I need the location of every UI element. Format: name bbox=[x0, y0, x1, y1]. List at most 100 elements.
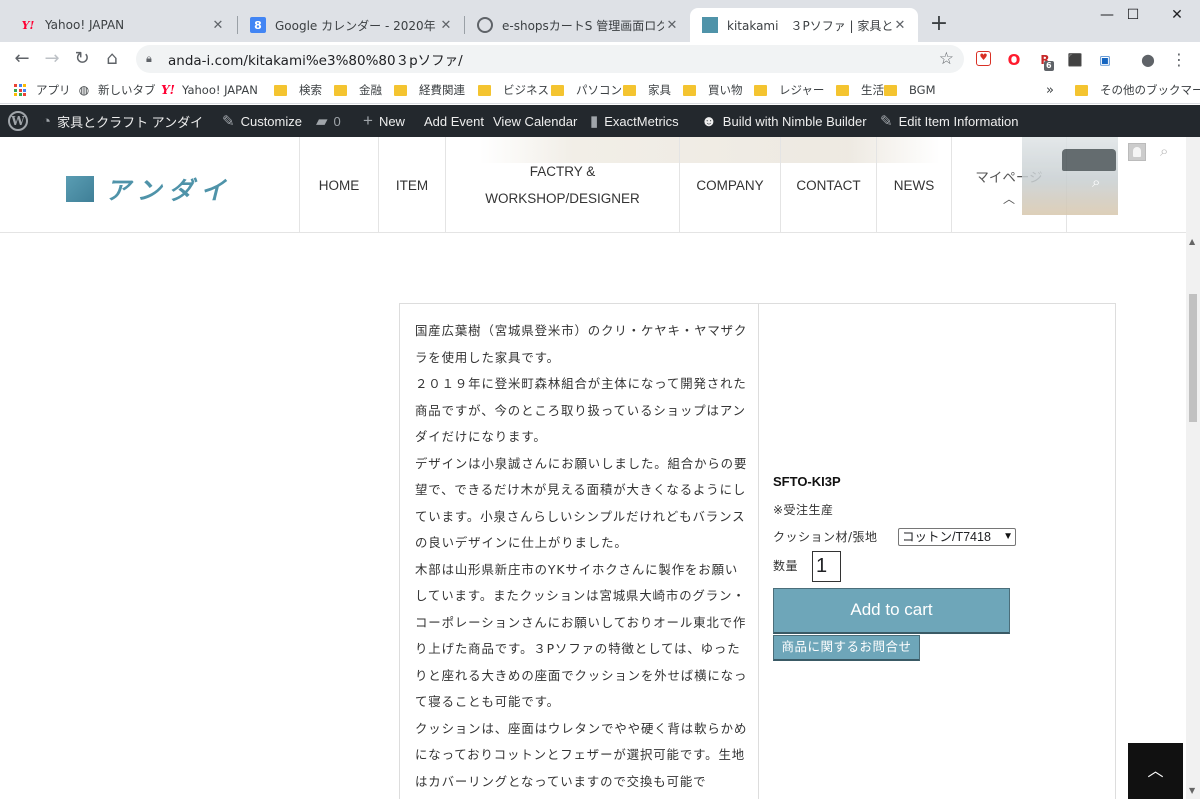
bookmark-label: ビジネス bbox=[503, 83, 549, 97]
bookmark-star-icon[interactable]: ☆ bbox=[939, 49, 954, 69]
bookmark-label: 検索 bbox=[299, 83, 322, 97]
add-to-cart-button[interactable]: Add to cart bbox=[773, 588, 1010, 634]
url-text[interactable]: anda-i.com/kitakami%e3%80%80３pソファ/ bbox=[168, 49, 463, 69]
adminbar-customize[interactable]: ✎ Customize bbox=[222, 105, 302, 137]
nav-factory-workshop-designer[interactable]: FACTRY & WORKSHOP/DESIGNER bbox=[445, 137, 679, 233]
bookmark-folder[interactable]: 経費関連 bbox=[394, 81, 465, 99]
bookmark-yahoo[interactable]: Y! Yahoo! JAPAN bbox=[160, 81, 258, 99]
opera-extension-icon[interactable]: O bbox=[1005, 51, 1023, 69]
quantity-input[interactable]: 1 bbox=[812, 551, 841, 582]
bookmark-label: アプリ bbox=[36, 83, 71, 97]
nav-contact[interactable]: CONTACT bbox=[780, 137, 876, 233]
address-bar[interactable]: 🔒︎ anda-i.com/kitakami%e3%80%80３pソファ/ ☆ bbox=[136, 45, 964, 73]
search-icon[interactable]: ⌕ bbox=[1092, 173, 1100, 191]
description-paragraph: ２０１９年に登米町森林組合が主体になって開発された商品ですが、今のところ取り扱っ… bbox=[415, 376, 747, 444]
adminbar-add-event[interactable]: Add Event bbox=[424, 105, 484, 137]
product-inquiry-button[interactable]: 商品に関するお問合せ bbox=[773, 635, 920, 661]
folder-icon bbox=[274, 84, 287, 96]
bookmark-apps[interactable]: アプリ bbox=[14, 81, 71, 99]
adminbar-exactmetrics[interactable]: ▮ ExactMetrics bbox=[590, 105, 679, 137]
new-tab-button[interactable]: + bbox=[927, 12, 951, 36]
select-value: コットン/T7418 bbox=[902, 530, 991, 544]
bookmark-label: BGM bbox=[909, 83, 936, 97]
extension-icon[interactable]: ▣ bbox=[1096, 51, 1114, 69]
nav-home[interactable]: HOME bbox=[299, 137, 378, 233]
nav-company[interactable]: COMPANY bbox=[679, 137, 780, 233]
page-scrollbar[interactable]: ▲ ▼ bbox=[1186, 137, 1200, 799]
scroll-up-arrow-icon[interactable]: ▲ bbox=[1189, 237, 1195, 246]
tab-yahoo[interactable]: Y! Yahoo! JAPAN ✕ bbox=[8, 8, 236, 42]
bookmarks-overflow-button[interactable]: » bbox=[1046, 81, 1054, 99]
bookmark-folder[interactable]: 買い物 bbox=[683, 81, 743, 99]
back-icon[interactable]: ← bbox=[8, 45, 36, 73]
adminbar-edit-item[interactable]: ✎ Edit Item Information bbox=[880, 105, 1019, 137]
wordpress-logo-button[interactable]: W bbox=[8, 105, 28, 137]
reload-icon[interactable]: ↻ bbox=[68, 45, 96, 73]
bookmark-folder[interactable]: 金融 bbox=[334, 81, 382, 99]
folder-icon bbox=[836, 84, 849, 96]
description-paragraph: 国産広葉樹（宮城県登米市）のクリ・ケヤキ・ヤマザクラを使用した家具です。 bbox=[415, 323, 748, 365]
bookmark-label: 金融 bbox=[359, 83, 382, 97]
close-window-button[interactable]: ✕ bbox=[1154, 0, 1200, 30]
scroll-down-arrow-icon[interactable]: ▼ bbox=[1189, 786, 1195, 795]
close-icon[interactable]: ✕ bbox=[664, 18, 680, 33]
bookmark-folder[interactable]: パソコン bbox=[551, 81, 622, 99]
nav-item[interactable]: ITEM bbox=[378, 137, 445, 233]
bookmark-new-tab[interactable]: ◍ 新しいタブ bbox=[76, 81, 156, 99]
scrollbar-thumb[interactable] bbox=[1189, 294, 1197, 422]
tab-title: Yahoo! JAPAN bbox=[45, 18, 125, 32]
new-label: New bbox=[378, 113, 405, 129]
tab-google-calendar[interactable]: 8 Google カレンダー - 2020年 7月 6日 ✕ bbox=[238, 8, 464, 42]
close-icon[interactable]: ✕ bbox=[210, 18, 226, 33]
close-icon[interactable]: ✕ bbox=[438, 18, 454, 33]
tab-eshops[interactable]: e-shopsカートS 管理画面ログイン ✕ bbox=[465, 8, 690, 42]
bookmark-folder[interactable]: 検索 bbox=[274, 81, 322, 99]
wordpress-icon: W bbox=[8, 111, 28, 131]
bookmark-folder[interactable]: ビジネス bbox=[478, 81, 549, 99]
adminbar-new[interactable]: + New bbox=[363, 105, 405, 137]
plus-icon: + bbox=[363, 111, 373, 130]
extension-badge: 6 bbox=[1044, 61, 1054, 71]
site-name-label: 家具とクラフト アンダイ bbox=[57, 114, 204, 130]
cart-panel: SFTO-KI3P ※受注生産 クッション材/張地 コットン/T7418 ▼ 数… bbox=[759, 304, 1116, 799]
yahoo-icon: Y! bbox=[21, 18, 35, 32]
extension-icon[interactable]: R6 bbox=[1036, 51, 1054, 71]
close-icon[interactable]: ✕ bbox=[892, 18, 908, 33]
tab-kitakami-active[interactable]: kitakami ３Pソファ | 家具とクラフト ✕ bbox=[690, 8, 918, 42]
adminbar-view-calendar[interactable]: View Calendar bbox=[493, 105, 577, 137]
search-icon[interactable]: ⌕ bbox=[1160, 142, 1168, 160]
home-icon[interactable]: ⌂ bbox=[98, 45, 126, 73]
user-avatar-icon[interactable] bbox=[1128, 143, 1146, 161]
other-bookmarks-folder[interactable]: その他のブックマーク bbox=[1075, 81, 1200, 99]
apps-grid-icon bbox=[14, 84, 26, 96]
adminbar-comments[interactable]: ▰ 0 bbox=[316, 105, 341, 137]
bookmark-folder[interactable]: 家具 bbox=[623, 81, 671, 99]
product-sku: SFTO-KI3P bbox=[773, 474, 841, 489]
nimble-icon: ☻ bbox=[701, 112, 717, 130]
pencil-icon: ✎ bbox=[880, 113, 893, 130]
adminbar-nimble-builder[interactable]: ☻ Build with Nimble Builder bbox=[701, 105, 867, 137]
pocket-extension-icon[interactable]: ♥ bbox=[976, 51, 991, 66]
folder-icon bbox=[394, 84, 407, 96]
maximize-button[interactable]: ☐ bbox=[1110, 0, 1156, 30]
option-label: クッション材/張地 bbox=[773, 530, 878, 544]
nav-news[interactable]: NEWS bbox=[876, 137, 951, 233]
cushion-fabric-select[interactable]: コットン/T7418 ▼ bbox=[898, 528, 1016, 546]
site-header: アンダイ HOME ITEM FACTRY & WORKSHOP/DESIGNE… bbox=[0, 137, 1186, 233]
bookmark-label: 経費関連 bbox=[419, 83, 465, 97]
bookmark-label: Yahoo! JAPAN bbox=[182, 83, 258, 97]
profile-avatar-icon[interactable]: ● bbox=[1139, 51, 1157, 69]
bookmark-label: 生活 bbox=[861, 83, 884, 97]
forward-icon[interactable]: → bbox=[38, 45, 66, 73]
menu-kebab-icon[interactable]: ⋮ bbox=[1170, 51, 1188, 69]
description-paragraph: クッションは、座面はウレタンでやや硬く背は軟らかめになっておりコットンとフェザー… bbox=[415, 720, 748, 789]
back-to-top-button[interactable]: ︿ bbox=[1128, 743, 1183, 799]
bookmark-folder[interactable]: BGM bbox=[884, 81, 936, 99]
bookmark-folder[interactable]: レジャー bbox=[754, 81, 824, 99]
pdf-extension-icon[interactable]: ⬛ bbox=[1066, 51, 1084, 69]
adminbar-site-name[interactable]: ◔ 家具とクラフト アンダイ bbox=[42, 105, 203, 137]
bookmark-label: その他のブックマーク bbox=[1100, 83, 1200, 97]
site-logo[interactable]: アンダイ bbox=[66, 171, 238, 207]
edit-item-label: Edit Item Information bbox=[898, 113, 1019, 129]
bookmark-folder[interactable]: 生活 bbox=[836, 81, 884, 99]
